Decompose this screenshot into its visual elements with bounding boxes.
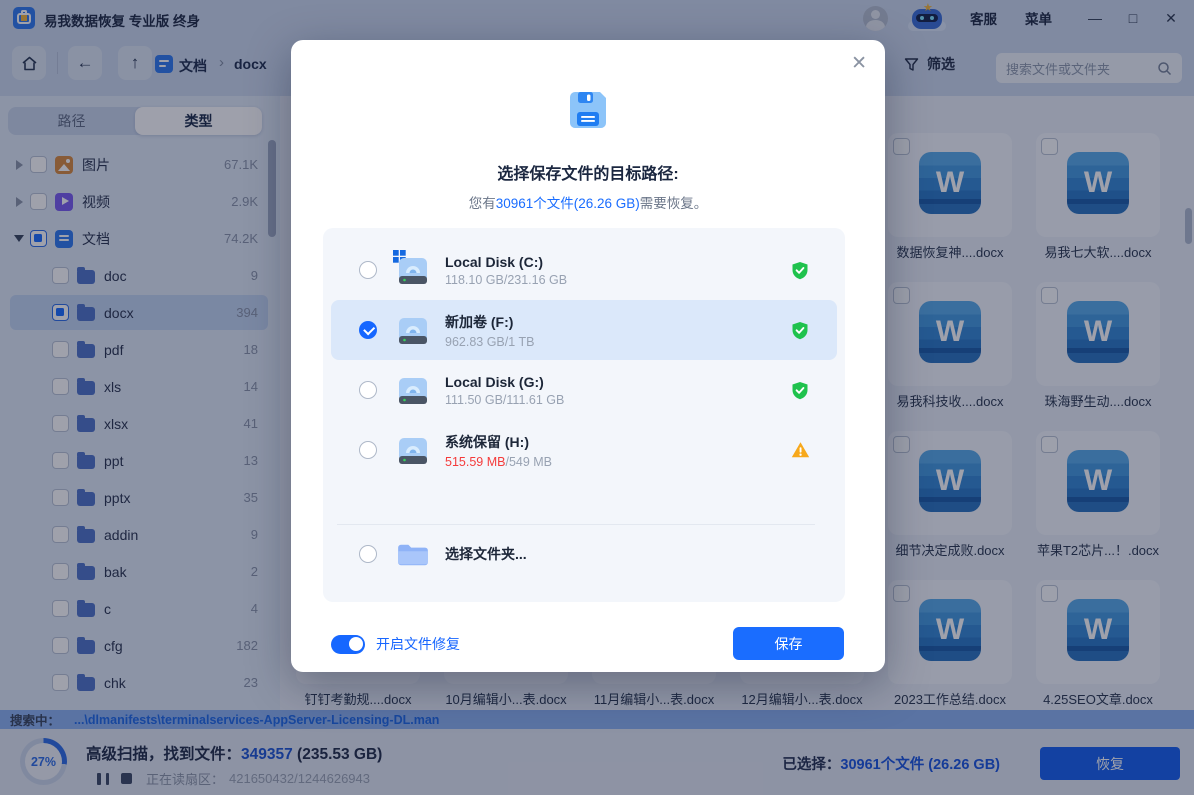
dialog-subtitle: 您有30961个文件(26.26 GB)需要恢复。 (291, 192, 885, 212)
dialog-close-icon[interactable]: ✕ (851, 52, 867, 75)
drive-name: 新加卷 (F:) (445, 312, 791, 332)
drive-option-Local Disk (C:)[interactable]: Local Disk (C:) 118.10 GB/231.16 GB (331, 240, 837, 300)
drive-icon (395, 434, 431, 466)
choose-folder-option[interactable]: 选择文件夹... (331, 528, 837, 580)
shield-ok-icon (791, 381, 809, 400)
dialog-title: 选择保存文件的目标路径: (291, 160, 885, 184)
file-repair-toggle[interactable]: 开启文件修复 (331, 634, 460, 654)
drive-name: Local Disk (G:) (445, 374, 791, 390)
drive-size: 962.83 GB/1 TB (445, 335, 791, 349)
drive-icon (395, 374, 431, 406)
folder-icon (395, 542, 431, 568)
low-space-value: 515.59 MB (445, 455, 505, 469)
drive-option-系统保留 (H:)[interactable]: 系统保留 (H:) 515.59 MB/549 MB (331, 420, 837, 480)
radio-checked-icon[interactable] (359, 321, 377, 339)
list-divider (337, 524, 815, 525)
toggle-on-icon[interactable] (331, 635, 365, 654)
save-path-dialog: ✕ 选择保存文件的目标路径: 您有30961个文件(26.26 GB)需要恢复。… (291, 40, 885, 672)
drive-name: 系统保留 (H:) (445, 432, 791, 452)
drive-option-新加卷 (F:)[interactable]: 新加卷 (F:) 962.83 GB/1 TB (331, 300, 837, 360)
drive-list: Local Disk (C:) 118.10 GB/231.16 GB 新加卷 (F… (323, 228, 845, 602)
files-to-recover: 30961个文件(26.26 GB) (496, 196, 640, 211)
drive-option-Local Disk (G:)[interactable]: Local Disk (G:) 111.50 GB/111.61 GB (331, 360, 837, 420)
app-window: 易我数据恢复 专业版 终身 ★ 客服 菜单 — □ ✕ ← ↑ 文档 › doc… (0, 0, 1194, 795)
shield-ok-icon (791, 321, 809, 340)
save-button[interactable]: 保存 (733, 627, 844, 660)
drive-size: 111.50 GB/111.61 GB (445, 393, 791, 407)
file-repair-label: 开启文件修复 (376, 634, 460, 654)
radio-icon[interactable] (359, 441, 377, 459)
drive-icon (395, 314, 431, 346)
radio-icon[interactable] (359, 261, 377, 279)
drive-name: Local Disk (C:) (445, 254, 791, 270)
shield-ok-icon (791, 261, 809, 280)
save-disk-icon (564, 86, 612, 139)
drive-size: 515.59 MB/549 MB (445, 455, 791, 469)
radio-icon[interactable] (359, 381, 377, 399)
drive-size: 118.10 GB/231.16 GB (445, 273, 791, 287)
drive-icon (395, 254, 431, 286)
folder-radio[interactable] (359, 545, 377, 563)
warning-icon (791, 441, 809, 460)
